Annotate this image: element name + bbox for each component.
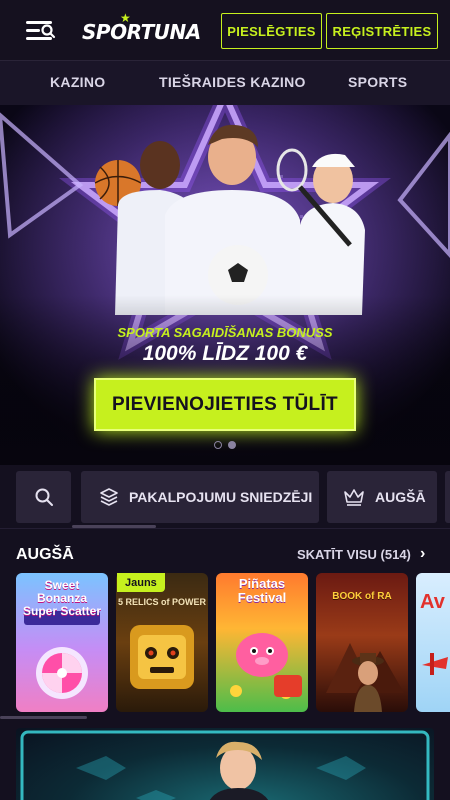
logo-text: SPORTUNA <box>82 20 201 44</box>
menu-search-icon[interactable] <box>26 19 56 43</box>
filter-scrollbar[interactable] <box>72 525 156 528</box>
game-title-book-of-ra: BOOK of RA <box>332 591 392 602</box>
section-title: AUGŠĀ <box>16 546 74 563</box>
providers-filter-label: PAKALPOJUMU SNIEDZĒJI <box>129 489 313 505</box>
search-button[interactable] <box>16 471 71 523</box>
game-title-sweet-bonanza: Sweet Bonanza Super Scatter <box>22 578 102 618</box>
see-all-link[interactable]: SKATĪT VISU (514) <box>297 547 411 562</box>
promo-banner[interactable] <box>16 728 434 800</box>
more-filter-button[interactable] <box>445 471 450 523</box>
game-tile-book-of-ra[interactable]: BOOK of RA <box>316 573 408 712</box>
promo-artwork <box>20 730 430 800</box>
logo[interactable]: ★ SPORTUNA <box>82 11 201 48</box>
games-row: Sweet Bonanza Super Scatter 5 RELICS of … <box>0 573 450 713</box>
page: ★ SPORTUNA PIESLĒGTIES REĢISTRĒTIES KAZI… <box>0 0 450 800</box>
main-nav: KAZINO TIEŠRAIDES KAZINO SPORTS <box>0 61 450 105</box>
game-title-pinatas-festival: Piñatas Festival <box>237 576 287 605</box>
login-button[interactable]: PIESLĒGTIES <box>221 13 322 49</box>
register-button[interactable]: REĢISTRĒTIES <box>326 13 438 49</box>
nav-item-casino[interactable]: KAZINO <box>50 74 105 90</box>
carousel-dot-1[interactable] <box>214 441 222 449</box>
hero-title: 100% LĪDZ 100 € <box>142 342 308 365</box>
layers-icon <box>100 488 118 506</box>
game-title-aviator: Av <box>420 591 445 613</box>
chevron-right-icon[interactable]: › <box>420 545 425 563</box>
providers-filter-button[interactable]: PAKALPOJUMU SNIEDZĒJI <box>81 471 319 523</box>
filter-bar: PAKALPOJUMU SNIEDZĒJI AUGŠĀ <box>0 465 450 529</box>
top-filter-label: AUGŠĀ <box>375 489 426 505</box>
carousel-dot-2[interactable] <box>228 441 236 449</box>
hero-banner[interactable]: SPORTA SAGAIDĪŠANAS BONUSS 100% LĪDZ 100… <box>0 105 450 465</box>
hero-subtitle: SPORTA SAGAIDĪŠANAS BONUSS <box>117 325 333 340</box>
nav-item-sports[interactable]: SPORTS <box>348 74 407 90</box>
crown-icon <box>344 489 364 506</box>
join-now-button[interactable]: PIEVIENOJIETIES TŪLĪT <box>94 378 356 431</box>
search-icon <box>35 488 53 506</box>
game-tile-aviator[interactable]: Av <box>416 573 450 712</box>
new-badge: Jauns <box>117 573 165 592</box>
games-scrollbar[interactable] <box>0 716 87 719</box>
game-tile-relics-of-power[interactable]: 5 RELICS of POWER <box>116 573 208 712</box>
game-tile-pinatas-festival[interactable]: Piñatas Festival <box>216 573 308 712</box>
game-title-relics-of-power: 5 RELICS of POWER <box>117 597 206 607</box>
game-tile-sweet-bonanza[interactable]: Sweet Bonanza Super Scatter <box>16 573 108 712</box>
header: ★ SPORTUNA PIESLĒGTIES REĢISTRĒTIES <box>0 0 450 61</box>
relics-of-power-artwork <box>130 625 194 689</box>
top-filter-button[interactable]: AUGŠĀ <box>327 471 437 523</box>
nav-item-live-casino[interactable]: TIEŠRAIDES KAZINO <box>159 74 306 90</box>
